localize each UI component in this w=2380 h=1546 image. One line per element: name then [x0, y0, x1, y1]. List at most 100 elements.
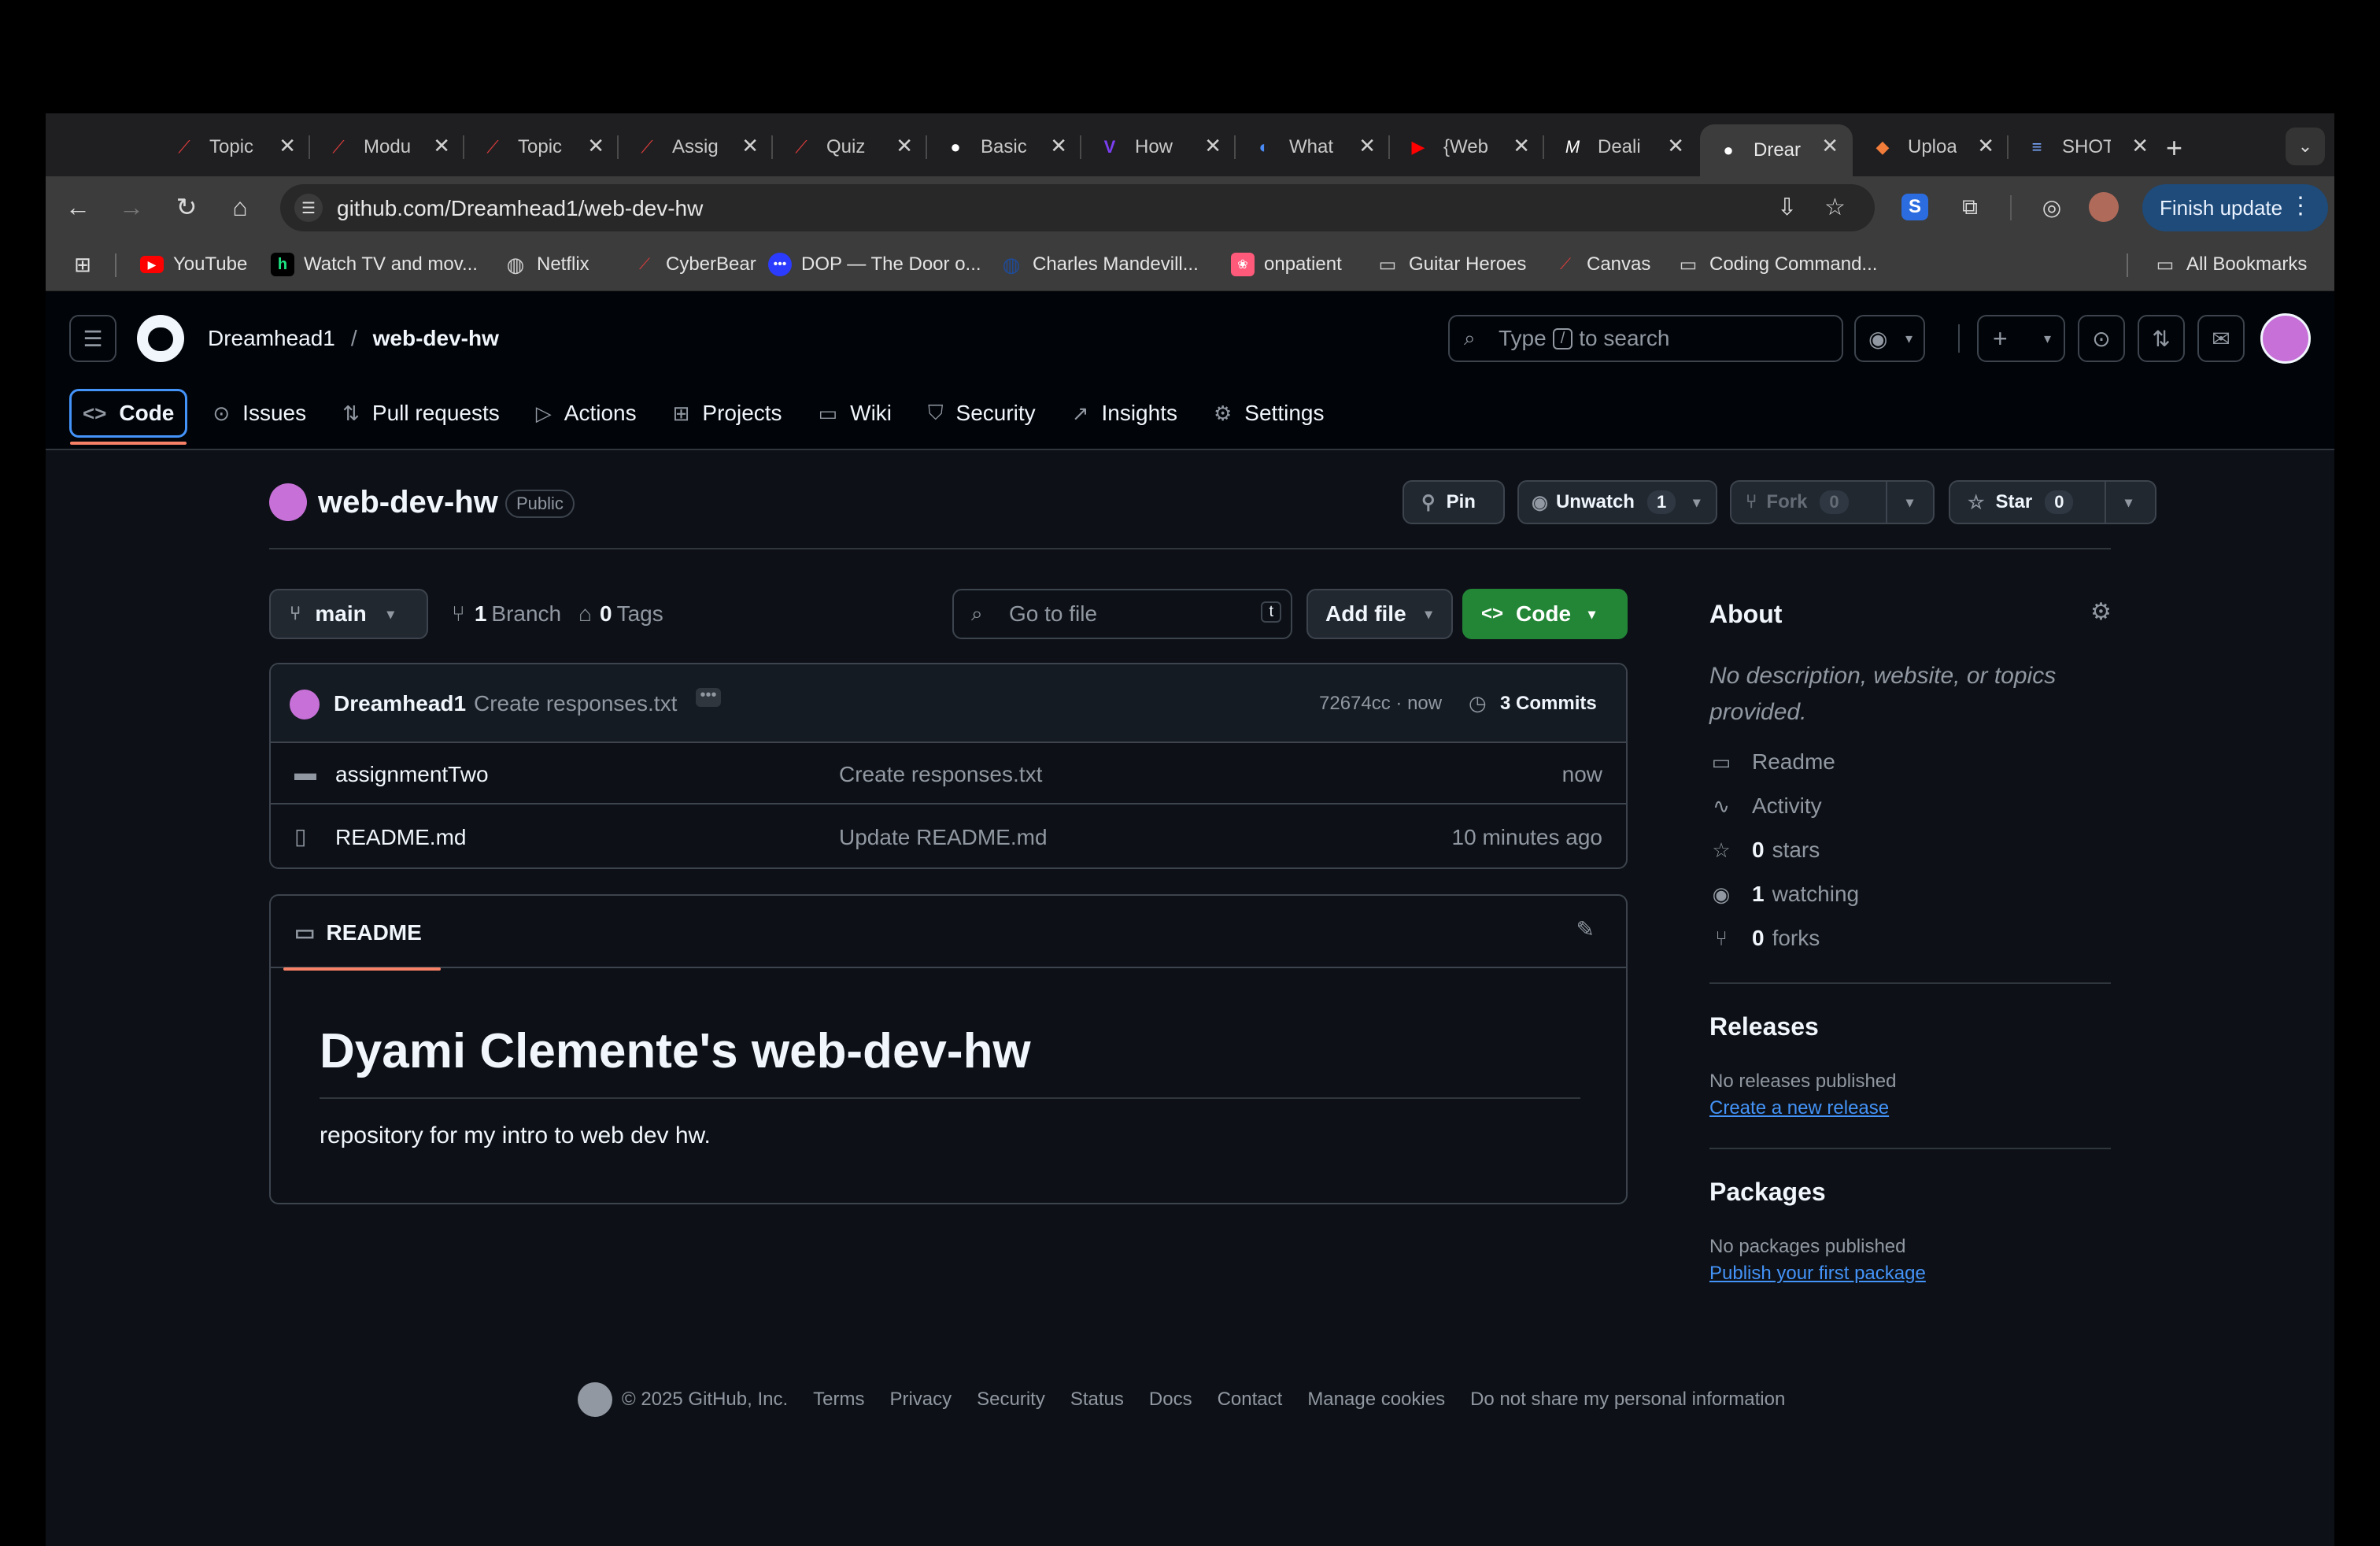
extension-s-icon[interactable]: S [1901, 194, 1928, 220]
footer-link-do-not-share[interactable]: Do not share my personal information [1470, 1389, 1785, 1411]
tab-issues[interactable]: ⊙ Issues [201, 389, 317, 438]
chevron-down-icon[interactable]: ▾ [2125, 494, 2132, 511]
close-tab-icon[interactable]: ✕ [1977, 134, 1994, 158]
browser-tab[interactable]: ◐ What ✕ [1236, 124, 1390, 170]
all-bookmarks[interactable]: ▭ All Bookmarks [2153, 252, 2308, 277]
close-tab-icon[interactable]: ✕ [1513, 134, 1530, 158]
commits-link[interactable]: 3 Commits [1500, 693, 1597, 715]
bookmark-canvas[interactable]: ⟋ Canvas [1554, 252, 1650, 277]
search-input[interactable]: ⌕ Type / to search [1448, 315, 1843, 362]
browser-tab[interactable]: M Deali ✕ [1544, 124, 1698, 170]
publish-package-link[interactable]: Publish your first package [1709, 1263, 1926, 1285]
browser-tab[interactable]: ⟋ Topic ✕ [156, 124, 310, 170]
chevron-down-icon[interactable]: ▾ [1906, 494, 1913, 511]
close-tab-icon[interactable]: ✕ [433, 134, 450, 158]
owner-link[interactable]: Dreamhead1 [208, 326, 335, 350]
create-release-link[interactable]: Create a new release [1709, 1097, 1889, 1119]
bookmark-onpatient[interactable]: ❀ onpatient [1231, 252, 1342, 277]
tab-insights[interactable]: ↗ Insights [1061, 389, 1188, 438]
close-tab-icon[interactable]: ✕ [1358, 134, 1376, 158]
close-tab-icon[interactable]: ✕ [896, 134, 913, 158]
tab-wiki[interactable]: ▭ Wiki [808, 389, 903, 438]
user-avatar[interactable] [2260, 313, 2311, 364]
github-logo-icon[interactable] [137, 315, 184, 362]
extensions-puzzle-icon[interactable]: ⧉ [1955, 192, 1985, 222]
browser-tab[interactable]: ⟋ Quiz ✕ [773, 124, 927, 170]
tab-actions[interactable]: ▷ Actions [525, 389, 648, 438]
install-app-icon[interactable]: ⇩ [1777, 194, 1797, 221]
forward-button[interactable]: → [112, 187, 151, 227]
bookmark-charles[interactable]: ◍ Charles Mandevill... [1000, 252, 1199, 277]
pull-requests-button[interactable]: ⇅ [2138, 315, 2185, 362]
tab-security[interactable]: ⛉ Security [917, 389, 1047, 438]
branch-link[interactable]: ⑂ 1 Branch [452, 601, 561, 627]
browser-tab[interactable]: ⟋ Assig ✕ [619, 124, 773, 170]
menu-button[interactable]: ☰ [69, 315, 116, 362]
owner-avatar[interactable] [269, 483, 307, 521]
file-commit-message[interactable]: Create responses.txt [839, 762, 1042, 787]
browser-tab[interactable]: ⟋ Topic ✕ [464, 124, 619, 170]
stars-link[interactable]: ☆ 0 stars [1709, 838, 1820, 863]
bookmark-star-icon[interactable]: ☆ [1824, 194, 1846, 221]
site-info-icon[interactable]: ☰ [294, 194, 323, 222]
bookmark-youtube[interactable]: ▶ YouTube [140, 252, 247, 277]
bookmark-coding[interactable]: ▭ Coding Command... [1676, 252, 1878, 277]
new-tab-button[interactable]: + [2166, 134, 2182, 162]
close-tab-icon[interactable]: ✕ [741, 134, 759, 158]
close-tab-icon[interactable]: ✕ [1204, 134, 1221, 158]
footer-link-contact[interactable]: Contact [1218, 1389, 1283, 1411]
file-commit-message[interactable]: Update README.md [839, 825, 1048, 850]
browser-tab[interactable]: ⟋ Modu ✕ [310, 124, 464, 170]
tab-settings[interactable]: ⚙ Settings [1203, 389, 1335, 438]
close-tab-icon[interactable]: ✕ [279, 134, 296, 158]
tab-code[interactable]: <> Code [69, 389, 188, 445]
bookmark-dop[interactable]: ••• DOP — The Door o... [768, 252, 981, 277]
star-button[interactable]: ☆ Star 0 ▾ [1949, 480, 2156, 524]
browser-tab-active[interactable]: ● Drear ✕ [1700, 124, 1853, 176]
table-row[interactable]: ▬ assignmentTwo Create responses.txt now [271, 743, 1626, 804]
branch-select[interactable]: ⑂ main ▾ [269, 589, 428, 639]
bookmark-hulu[interactable]: h Watch TV and mov... [271, 252, 478, 277]
footer-link-docs[interactable]: Docs [1149, 1389, 1192, 1411]
close-tab-icon[interactable]: ✕ [1821, 134, 1839, 158]
copilot-button[interactable]: ◉ ▾ [1854, 315, 1925, 362]
inbox-button[interactable]: ✉ [2197, 315, 2245, 362]
tags-link[interactable]: ⌂ 0 Tags [578, 601, 663, 627]
commit-author[interactable]: Dreamhead1 [334, 691, 466, 716]
issues-button[interactable]: ⊙ [2078, 315, 2125, 362]
browser-tab[interactable]: ● Basic ✕ [927, 124, 1081, 170]
packages-title[interactable]: Packages [1709, 1178, 1826, 1207]
finish-update-button[interactable]: Finish update ⋮ [2142, 184, 2328, 231]
footer-link-privacy[interactable]: Privacy [889, 1389, 952, 1411]
activity-link[interactable]: ∿ Activity [1709, 793, 1822, 819]
forks-link[interactable]: ⑂ 0 forks [1709, 926, 1820, 951]
code-button[interactable]: <> Code ▾ [1462, 589, 1628, 639]
releases-title[interactable]: Releases [1709, 1012, 1819, 1041]
profile-avatar[interactable] [2089, 192, 2119, 222]
address-bar[interactable]: ☰ github.com/Dreamhead1/web-dev-hw ⇩ ☆ [280, 184, 1875, 231]
footer-link-terms[interactable]: Terms [813, 1389, 864, 1411]
commit-message[interactable]: Create responses.txt [474, 691, 677, 716]
performance-icon[interactable]: ◎ [2037, 192, 2067, 222]
url-text[interactable]: github.com/Dreamhead1/web-dev-hw [337, 196, 703, 221]
browser-tab[interactable]: ≡ SHOT ✕ [2009, 124, 2163, 170]
footer-link-cookies[interactable]: Manage cookies [1307, 1389, 1445, 1411]
back-button[interactable]: ← [58, 187, 98, 227]
browser-tab[interactable]: ◆ Uploa ✕ [1854, 124, 2009, 170]
gear-icon[interactable]: ⚙ [2090, 598, 2112, 626]
add-file-button[interactable]: Add file ▾ [1306, 589, 1453, 639]
ellipsis-icon[interactable]: ••• [696, 687, 721, 707]
bookmark-netflix[interactable]: ◍ Netflix [504, 252, 589, 277]
unwatch-button[interactable]: ◉ Unwatch 1 ▾ [1517, 480, 1717, 524]
close-tab-icon[interactable]: ✕ [587, 134, 604, 158]
browser-tab[interactable]: ▶ {Web ✕ [1390, 124, 1544, 170]
bookmark-guitar-heroes[interactable]: ▭ Guitar Heroes [1376, 252, 1527, 277]
file-name[interactable]: README.md [335, 825, 466, 850]
create-new-button[interactable]: + ▾ [1977, 315, 2065, 362]
close-tab-icon[interactable]: ✕ [1667, 134, 1684, 158]
repo-title[interactable]: web-dev-hw [318, 485, 498, 520]
footer-link-security[interactable]: Security [977, 1389, 1045, 1411]
watching-link[interactable]: ◉ 1 watching [1709, 882, 1859, 907]
bookmark-cyberbear[interactable]: ⟋ CyberBear [633, 252, 756, 277]
home-button[interactable]: ⌂ [220, 187, 260, 227]
